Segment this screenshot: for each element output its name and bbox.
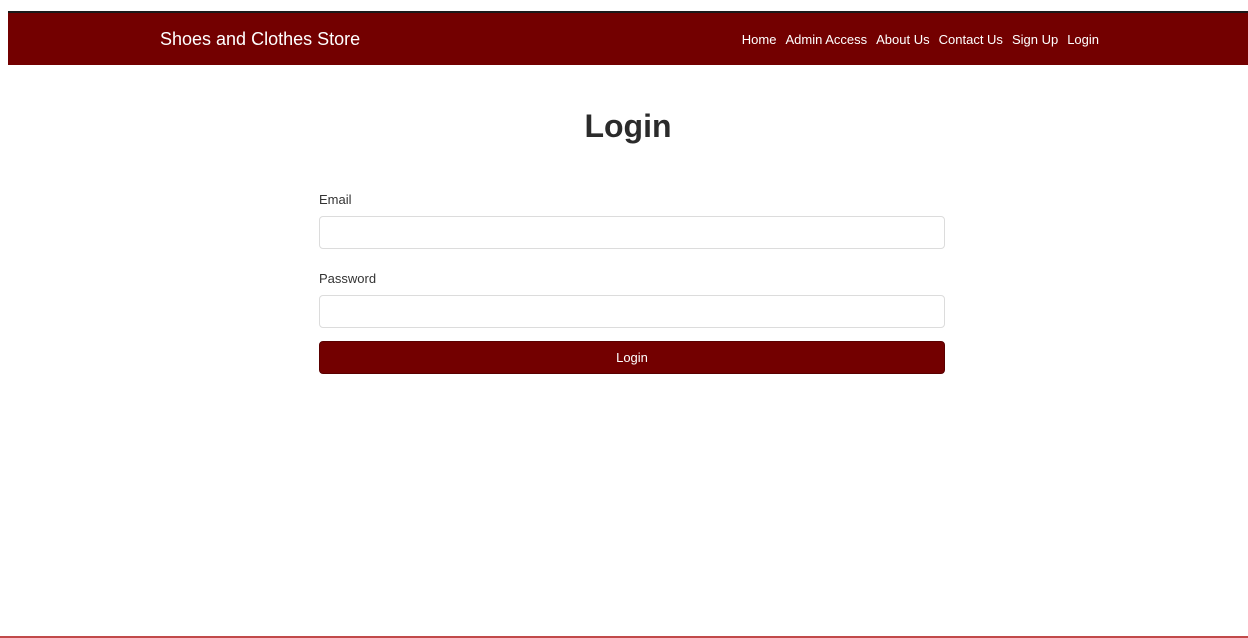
login-form: Email Password Login xyxy=(319,190,945,374)
navbar: Shoes and Clothes Store Home Admin Acces… xyxy=(8,13,1248,65)
login-button[interactable]: Login xyxy=(319,341,945,374)
brand-link[interactable]: Shoes and Clothes Store xyxy=(160,13,360,65)
page-title: Login xyxy=(584,108,672,144)
nav-link-contact-us[interactable]: Contact Us xyxy=(939,32,1003,47)
password-group: Password xyxy=(319,269,945,328)
email-input[interactable] xyxy=(319,216,945,249)
nav-link-login[interactable]: Login xyxy=(1067,32,1099,47)
nav-link-about-us[interactable]: About Us xyxy=(876,32,929,47)
password-label: Password xyxy=(319,271,377,286)
nav-link-home[interactable]: Home xyxy=(742,32,777,47)
email-label: Email xyxy=(319,192,352,207)
nav-link-sign-up[interactable]: Sign Up xyxy=(1012,32,1058,47)
password-input[interactable] xyxy=(319,295,945,328)
email-group: Email xyxy=(319,190,945,249)
nav-links: Home Admin Access About Us Contact Us Si… xyxy=(742,13,1099,65)
nav-link-admin-access[interactable]: Admin Access xyxy=(785,32,867,47)
